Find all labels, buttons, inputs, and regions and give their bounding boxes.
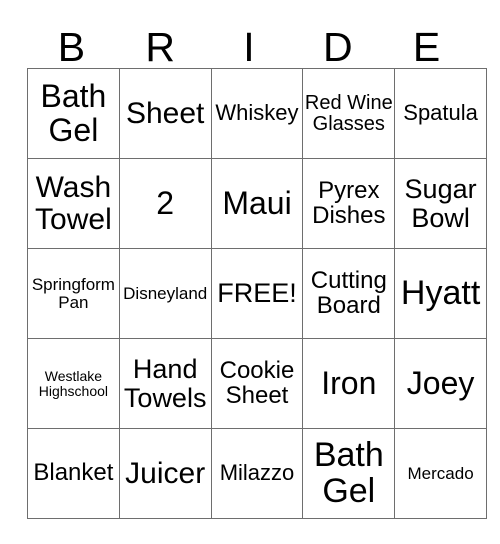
bingo-cell-label: Maui	[222, 184, 292, 221]
bingo-row: Westlake Highschool Hand Towels Cookie S…	[27, 338, 487, 429]
bingo-header-letter-d: D	[322, 24, 353, 70]
bingo-cell[interactable]: Juicer	[118, 428, 212, 519]
bingo-cell[interactable]: Springform Pan	[27, 248, 120, 339]
bingo-cell[interactable]: Sheet	[118, 68, 212, 159]
bingo-row: Springform Pan Disneyland FREE! Cutting …	[27, 248, 487, 339]
bingo-cell-label: Westlake Highschool	[38, 367, 109, 399]
bingo-cell[interactable]: Pyrex Dishes	[302, 158, 396, 249]
bingo-cell-label: Hyatt	[400, 273, 481, 312]
bingo-cell-label: Wash Towel	[35, 171, 112, 236]
bingo-cell[interactable]: Sugar Bowl	[394, 158, 487, 249]
bingo-row: Wash Towel 2 Maui Pyrex Dishes Sugar Bow…	[27, 158, 487, 249]
bingo-cell-free[interactable]: FREE!	[210, 248, 304, 339]
bingo-header-row: B R I D E	[27, 24, 471, 68]
bingo-cell[interactable]: Milazzo	[210, 428, 304, 519]
bingo-cell-label: Bath Gel	[313, 436, 384, 510]
bingo-row: Bath Gel Sheet Whiskey Red Wine Glasses …	[27, 68, 487, 159]
bingo-cell-label: Springform Pan	[31, 274, 115, 312]
bingo-cell-label: Disneyland	[123, 283, 208, 303]
bingo-cell-label: Milazzo	[219, 460, 295, 486]
bingo-cell-label: Sugar Bowl	[404, 174, 477, 233]
bingo-cell-label: 2	[156, 184, 175, 221]
bingo-cell-label: Cookie Sheet	[219, 356, 295, 409]
bingo-cell-label: Joey	[406, 364, 475, 401]
bingo-grid: Bath Gel Sheet Whiskey Red Wine Glasses …	[27, 68, 487, 519]
bingo-cell[interactable]: Bath Gel	[302, 428, 396, 519]
bingo-cell[interactable]: Mercado	[394, 428, 487, 519]
bingo-cell-label: Whiskey	[215, 100, 299, 126]
bingo-cell-label: Blanket	[33, 459, 114, 487]
bingo-card: B R I D E Bath Gel Sheet Whiskey Red Win…	[27, 24, 487, 519]
bingo-header-letter-r: R	[145, 24, 175, 70]
bingo-cell-label: Juicer	[125, 456, 206, 490]
bingo-cell-label: Red Wine Glasses	[304, 91, 393, 135]
bingo-cell[interactable]: Westlake Highschool	[27, 338, 120, 429]
bingo-cell[interactable]: Cutting Board	[302, 248, 396, 339]
bingo-cell-label: Iron	[321, 364, 377, 401]
bingo-cell[interactable]: Maui	[210, 158, 304, 249]
bingo-cell[interactable]: Cookie Sheet	[210, 338, 304, 429]
bingo-cell[interactable]: Whiskey	[210, 68, 304, 159]
bingo-cell-label: Spatula	[403, 100, 478, 126]
bingo-row: Blanket Juicer Milazzo Bath Gel Mercado	[27, 428, 487, 519]
bingo-cell[interactable]: Joey	[394, 338, 487, 429]
bingo-header-letter-b: B	[57, 24, 86, 70]
bingo-header-letter-i: I	[243, 24, 255, 70]
bingo-cell-label: Cutting Board	[310, 266, 387, 319]
bingo-cell[interactable]: Hand Towels	[118, 338, 212, 429]
bingo-cell[interactable]: 2	[118, 158, 212, 249]
bingo-cell[interactable]: Spatula	[394, 68, 487, 159]
bingo-cell[interactable]: Disneyland	[118, 248, 212, 339]
bingo-header-letter-e: E	[412, 24, 441, 70]
bingo-cell-label: Pyrex Dishes	[312, 176, 386, 229]
bingo-cell[interactable]: Blanket	[27, 428, 120, 519]
bingo-cell-label: Sheet	[125, 96, 205, 130]
bingo-cell-label: Bath Gel	[40, 78, 107, 148]
bingo-cell[interactable]: Wash Towel	[27, 158, 120, 249]
bingo-cell[interactable]: Red Wine Glasses	[302, 68, 396, 159]
bingo-cell[interactable]: Hyatt	[394, 248, 487, 339]
bingo-cell-label: Hand Towels	[123, 354, 207, 413]
bingo-cell[interactable]: Bath Gel	[27, 68, 120, 159]
bingo-cell[interactable]: Iron	[302, 338, 396, 429]
bingo-free-label: FREE!	[217, 278, 297, 309]
bingo-cell-label: Mercado	[407, 463, 474, 483]
